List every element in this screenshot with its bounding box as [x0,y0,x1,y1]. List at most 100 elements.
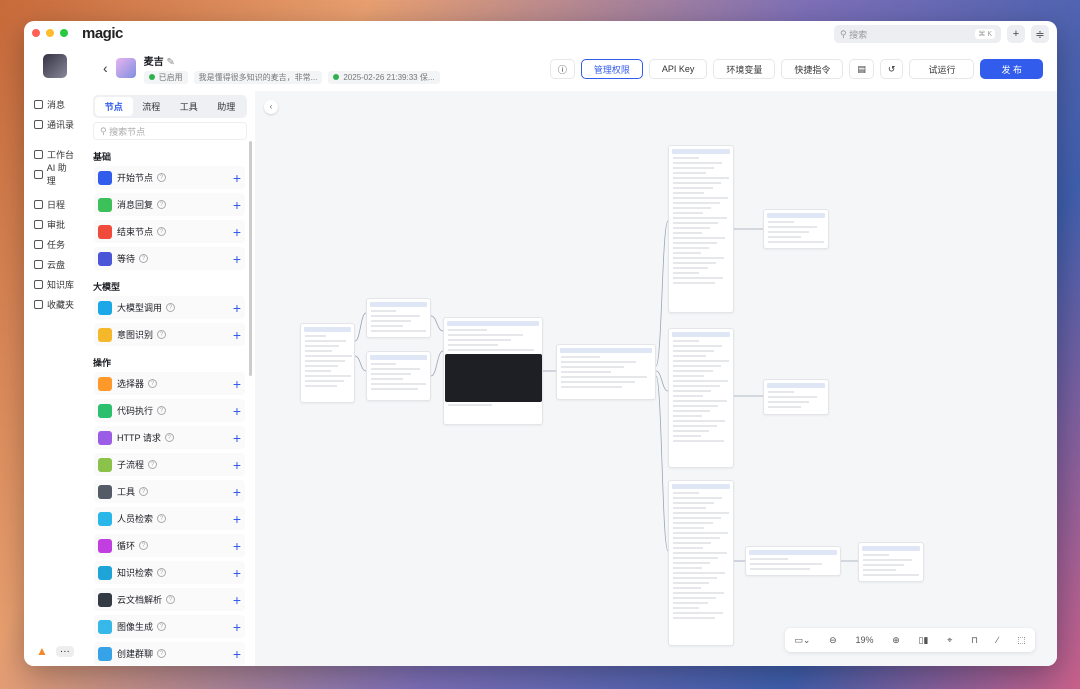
test-run-button[interactable]: 试运行 [909,59,975,79]
help-icon[interactable]: ? [157,568,167,577]
nav-item-knowledge[interactable]: 知识库 [24,274,85,294]
info-icon[interactable]: ⓘ [549,59,575,79]
add-node-icon[interactable]: + [233,300,241,316]
maximize-window-button[interactable] [60,29,68,37]
help-icon[interactable]: ? [157,649,167,658]
node-item[interactable]: 图像生成? + [94,615,245,638]
node-item[interactable]: 结束节点? + [94,220,245,243]
nav-item-contacts[interactable]: 通讯录 [24,114,85,134]
help-icon[interactable]: ? [157,622,167,631]
user-avatar[interactable] [42,54,67,78]
flow-node[interactable] [668,328,734,468]
add-node-icon[interactable]: + [233,511,241,527]
help-icon[interactable]: ? [139,254,149,263]
tab-1[interactable]: 流程 [133,97,171,116]
flow-node[interactable] [763,209,829,249]
node-item[interactable]: 子流程? + [94,453,245,476]
node-item[interactable]: 等待? + [94,247,245,270]
nav-item-ai-assistant[interactable]: AI 助理 [24,163,85,186]
help-icon[interactable]: ? [157,200,167,209]
layout-icon[interactable]: ▯▮ [919,635,929,646]
nav-item-drive[interactable]: 云盘 [24,254,85,274]
nav-item-favorites[interactable]: 收藏夹 [24,294,85,314]
nav-item-calendar[interactable]: 日程 [24,194,85,214]
help-icon[interactable]: ? [157,227,167,236]
api-key-button[interactable]: API Key [648,59,708,79]
tab-3[interactable]: 助理 [208,97,246,116]
history-icon[interactable]: ↺ [879,59,904,79]
node-item[interactable]: 人员检索? + [94,507,245,530]
add-node-icon[interactable]: + [233,197,241,213]
add-node-icon[interactable]: + [233,565,241,581]
select-icon[interactable]: ⬚ [1017,635,1026,646]
help-icon[interactable]: ? [139,541,149,550]
flow-node[interactable] [366,351,431,401]
add-node-icon[interactable]: + [233,327,241,343]
node-search-input[interactable]: ⚲ 搜索节点 [93,122,247,140]
collapse-panel-icon[interactable]: ‹ [264,100,278,114]
edge-style-icon[interactable]: ∕ [997,635,999,645]
node-item[interactable]: 意图识别? + [94,323,245,346]
help-icon[interactable]: ? [164,433,174,442]
back-icon[interactable]: ‹ [103,60,108,76]
zoom-out-icon[interactable]: ⊖ [829,635,837,646]
zoom-in-icon[interactable]: ⊕ [892,635,900,646]
lock-icon[interactable]: ⊓ [971,635,978,646]
flow-node[interactable] [858,542,924,582]
node-item[interactable]: 选择器? + [94,372,245,395]
shortcuts-button[interactable]: 快捷指令 [781,59,844,79]
add-node-icon[interactable]: + [233,592,241,608]
node-item[interactable]: 知识检索? + [94,561,245,584]
help-icon[interactable]: ? [148,460,158,469]
add-node-icon[interactable]: + [233,538,241,554]
add-button[interactable]: + [1007,25,1025,43]
help-icon[interactable]: ? [166,595,176,604]
flow-node[interactable] [668,480,734,646]
flow-node[interactable] [763,379,829,415]
manage-permissions-button[interactable]: 管理权限 [580,59,643,79]
add-node-icon[interactable]: + [233,170,241,186]
add-node-icon[interactable]: + [233,251,241,267]
node-item[interactable]: 创建群聊? + [94,642,245,665]
node-item[interactable]: 工具? + [94,480,245,503]
node-item[interactable]: 开始节点? + [94,166,245,189]
add-node-icon[interactable]: + [233,619,241,635]
add-node-icon[interactable]: + [233,224,241,240]
global-search-input[interactable]: ⚲ 搜索 ⌘ K [834,25,1001,43]
publish-button[interactable]: 发 布 [980,59,1043,79]
nav-item-tasks[interactable]: 任务 [24,234,85,254]
settings-sliders-icon[interactable]: ≑ [1031,25,1049,43]
node-item[interactable]: 云文档解析? + [94,588,245,611]
add-node-icon[interactable]: + [233,646,241,662]
add-node-icon[interactable]: + [233,430,241,446]
add-node-icon[interactable]: + [233,484,241,500]
nav-item-messages[interactable]: 消息 [24,94,85,114]
help-icon[interactable]: ? [157,514,167,523]
flow-node[interactable] [366,298,431,338]
node-item[interactable]: 消息回复? + [94,193,245,216]
archive-icon[interactable]: ▤ [849,59,874,79]
help-icon[interactable]: ? [157,173,167,182]
close-window-button[interactable] [32,29,40,37]
panel-scrollbar[interactable] [249,141,252,376]
canvas-mode-icon[interactable]: ▭⌄ [794,635,810,646]
node-item[interactable]: HTTP 请求? + [94,426,245,449]
help-icon[interactable]: ? [166,303,176,312]
add-node-icon[interactable]: + [233,376,241,392]
node-item[interactable]: 大模型调用? + [94,296,245,319]
nav-item-approval[interactable]: 审批 [24,214,85,234]
add-node-icon[interactable]: + [233,457,241,473]
flow-node[interactable] [668,145,734,313]
flow-canvas[interactable]: ‹ ▭⌄ ⊖ 19% ⊕ ▯▮ ⌖ ⊓ ∕ ⬚ [255,91,1057,666]
flame-icon[interactable]: ▲ [36,644,48,658]
flow-node[interactable] [745,546,841,576]
edit-pencil-icon[interactable]: ✎ [166,57,174,68]
tab-0[interactable]: 节点 [95,97,133,116]
node-item[interactable]: 代码执行? + [94,399,245,422]
more-button[interactable]: ··· [55,645,74,657]
help-icon[interactable]: ? [157,330,167,339]
add-node-icon[interactable]: + [233,403,241,419]
minimize-window-button[interactable] [46,29,54,37]
tab-2[interactable]: 工具 [170,97,208,116]
env-variables-button[interactable]: 环境变量 [713,59,776,79]
